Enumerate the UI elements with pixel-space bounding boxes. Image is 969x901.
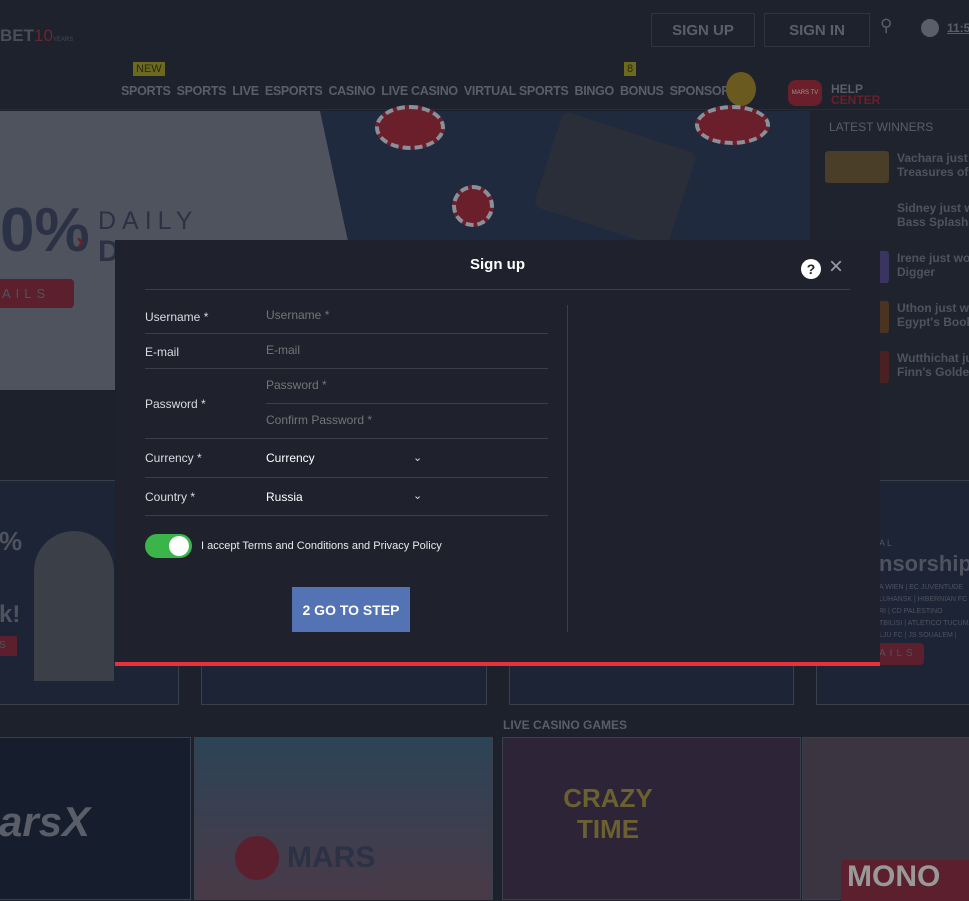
confirm-password-input[interactable]: [266, 413, 526, 427]
search-icon[interactable]: ⚲: [880, 16, 892, 36]
clock-icon: [921, 19, 939, 37]
nav-bingo[interactable]: BINGO: [574, 84, 614, 98]
nav-casino[interactable]: CASINO: [328, 84, 375, 98]
mars-tv-icon[interactable]: MARS TV: [788, 80, 822, 106]
password-label: Password *: [145, 397, 206, 411]
divider: [145, 289, 850, 290]
help-center-link[interactable]: HELP CENTER: [831, 83, 880, 106]
country-label: Country *: [145, 490, 196, 504]
chevron-right-icon: ›: [76, 228, 84, 255]
accept-terms-label: I accept Terms and Conditions and Privac…: [201, 540, 442, 552]
main-nav: SPORTS SPORTS LIVE ESPORTS CASINO LIVE C…: [121, 84, 738, 98]
winner-item[interactable]: Vachara just wTreasures of A: [825, 151, 969, 191]
wheel-promo-icon[interactable]: [726, 72, 756, 106]
sign-up-button[interactable]: SIGN UP: [651, 13, 755, 47]
go-to-step-2-button[interactable]: 2 GO TO STEP: [292, 587, 410, 632]
country-select[interactable]: Russia: [266, 490, 526, 504]
email-row: E-mail: [145, 334, 548, 369]
winner-item[interactable]: Sidney just woBass Splash: [825, 201, 969, 241]
latest-winners-title: LATEST WINNERS: [829, 120, 934, 134]
signup-modal: Sign up ? × Username * E-mail Password *…: [115, 240, 880, 666]
nav-sports[interactable]: SPORTS: [177, 84, 227, 98]
chevron-down-icon[interactable]: ⌄: [413, 489, 422, 502]
clock-time: 11:5: [947, 21, 969, 35]
email-label: E-mail: [145, 345, 180, 359]
username-input[interactable]: [266, 308, 526, 322]
game-tile[interactable]: MARS: [194, 737, 493, 900]
divider: [266, 403, 548, 404]
nav-live[interactable]: LIVE: [232, 84, 259, 98]
currency-label: Currency *: [145, 451, 202, 465]
currency-select[interactable]: Currency: [266, 451, 526, 465]
bonus-count-badge: 8: [624, 62, 637, 76]
password-row: Password *: [145, 369, 548, 439]
game-tile[interactable]: CRAZY TIME: [502, 737, 801, 900]
password-input[interactable]: [266, 378, 526, 392]
modal-title: Sign up: [470, 256, 525, 273]
username-label: Username *: [145, 310, 209, 324]
currency-row[interactable]: Currency * Currency ⌄: [145, 439, 548, 478]
chip-image: [695, 105, 770, 145]
email-input[interactable]: [266, 343, 526, 357]
logo[interactable]: BET10YEARS: [0, 26, 73, 46]
close-icon[interactable]: ×: [829, 255, 843, 279]
chevron-down-icon[interactable]: ⌄: [413, 451, 422, 464]
sign-in-button[interactable]: SIGN IN: [764, 13, 870, 47]
new-badge: NEW: [133, 62, 165, 76]
game-tile[interactable]: MONO: [802, 737, 969, 901]
divider: [567, 305, 568, 632]
banner-details-button[interactable]: AILS: [0, 279, 74, 308]
site-header: BET10YEARS SIGN UP SIGN IN ⚲ 11:5 NEW 8 …: [0, 0, 969, 110]
nav-virtual-sports[interactable]: VIRTUAL SPORTS: [464, 84, 569, 98]
game-tile[interactable]: arsX: [0, 737, 191, 900]
chip-image: [452, 185, 494, 227]
nav-bonus[interactable]: BONUS: [620, 84, 664, 98]
chip-image: [375, 105, 445, 150]
live-casino-title: LIVE CASINO GAMES: [503, 718, 628, 732]
country-row[interactable]: Country * Russia ⌄: [145, 478, 548, 516]
nav-esports[interactable]: ESPORTS: [265, 84, 323, 98]
username-row: Username *: [145, 300, 548, 334]
banner-daily: DAILY: [98, 207, 199, 235]
nav-sports-new[interactable]: SPORTS: [121, 84, 171, 98]
nav-live-casino[interactable]: LIVE CASINO: [381, 84, 458, 98]
accept-terms-toggle[interactable]: [145, 534, 192, 558]
help-icon[interactable]: ?: [801, 259, 821, 279]
